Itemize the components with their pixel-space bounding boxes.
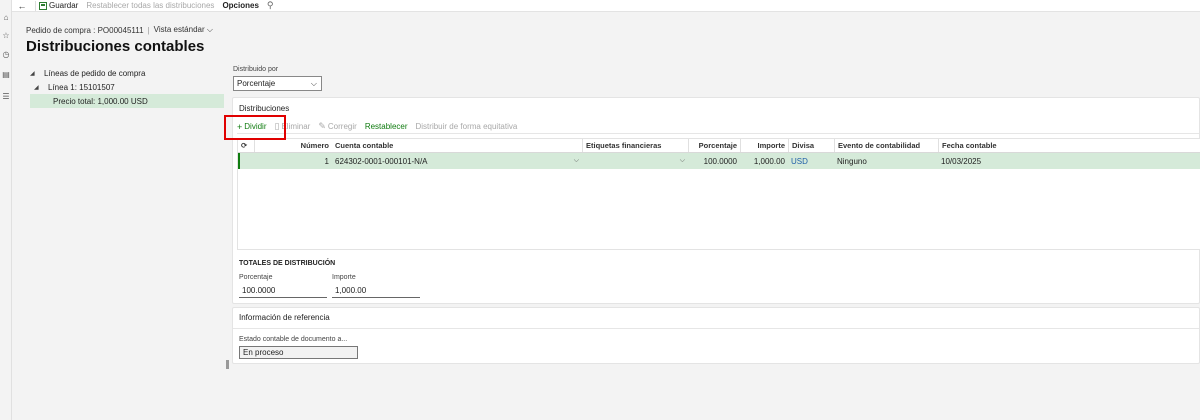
home-icon[interactable]: ⌂ xyxy=(1,13,11,23)
tree-item-root-label: Líneas de pedido de compra xyxy=(44,68,146,78)
distributions-grid: ⟳ Número Cuenta contable Etiquetas finan… xyxy=(237,138,1200,250)
column-header-account[interactable]: Cuenta contable xyxy=(332,139,582,152)
reference-card: Información de referencia Estado contabl… xyxy=(232,307,1200,364)
page-title: Distribuciones contables xyxy=(26,38,205,55)
cell-percent[interactable]: 100.0000 xyxy=(688,153,740,169)
purchase-line-tree: ◢ Líneas de pedido de compra ◢ Línea 1: … xyxy=(30,66,224,108)
tree-item-line-label: Línea 1: 15101507 xyxy=(48,82,115,92)
distributions-action-bar: + Dividir ▯ Eliminar ✎ Corregir Restable… xyxy=(237,120,1199,134)
totals-title: TOTALES DE DISTRIBUCIÓN xyxy=(239,260,336,267)
breadcrumb: Pedido de compra : PO00045111 | Vista es… xyxy=(26,25,213,35)
collapse-caret-icon[interactable]: ◢ xyxy=(34,84,42,91)
save-icon xyxy=(39,1,47,10)
chevron-down-icon[interactable]: ⌵ xyxy=(574,157,579,165)
cell-date: 10/03/2025 xyxy=(941,156,982,166)
correct-label: Corregir xyxy=(327,122,357,131)
reset-label: Restablecer xyxy=(364,122,408,131)
save-button[interactable]: Guardar xyxy=(39,1,78,10)
correct-button[interactable]: ✎ Corregir xyxy=(318,121,356,132)
cell-event: Ninguno xyxy=(837,156,867,166)
distributions-title: Distribuciones xyxy=(239,104,290,113)
cell-amount[interactable]: 1,000.00 xyxy=(740,153,788,169)
left-nav-rail: ⌂ ☆ ◷ ▤ ☰ xyxy=(0,0,12,420)
column-header-currency[interactable]: Divisa xyxy=(788,139,834,152)
tree-item-root[interactable]: ◢ Líneas de pedido de compra xyxy=(30,66,224,80)
chevron-down-icon[interactable]: ⌵ xyxy=(680,157,685,165)
view-selector[interactable]: Vista estándar ⌵ xyxy=(154,25,213,35)
distributions-card: Distribuciones + Dividir ▯ Eliminar ✎ Co… xyxy=(232,97,1200,304)
options-label: Opciones xyxy=(222,1,259,10)
reset-all-distributions-button[interactable]: Restablecer todas las distribuciones xyxy=(86,1,214,10)
column-header-tags[interactable]: Etiquetas financieras xyxy=(582,139,688,152)
reset-button[interactable]: Restablecer xyxy=(365,122,408,131)
grid-header-row: ⟳ Número Cuenta contable Etiquetas finan… xyxy=(238,139,1200,153)
column-header-percent[interactable]: Porcentaje xyxy=(688,139,740,152)
save-label: Guardar xyxy=(49,1,79,10)
column-header-date[interactable]: Fecha contable xyxy=(938,139,1200,152)
refresh-icon[interactable]: ⟳ xyxy=(238,139,254,152)
list-icon[interactable]: ☰ xyxy=(1,92,11,102)
recent-icon[interactable]: ◷ xyxy=(1,50,11,60)
tree-item-total-label: Precio total: 1,000.00 USD xyxy=(53,96,148,106)
cell-currency-link[interactable]: USD xyxy=(788,153,834,169)
view-selector-label: Vista estándar xyxy=(153,25,205,34)
back-arrow-icon[interactable]: ← xyxy=(12,1,32,11)
distribute-evenly-label: Distribuir de forma equitativa xyxy=(415,122,518,131)
distributed-by-label: Distribuido por xyxy=(233,66,279,73)
cell-account-value: 624302-0001-000101-N/A xyxy=(335,156,428,166)
cell-account[interactable]: 624302-0001-000101-N/A ⌵ xyxy=(332,153,582,169)
chevron-down-icon: ⌵ xyxy=(310,79,317,88)
totals-percent-value: 100.0000 xyxy=(239,285,327,298)
distribute-evenly-button[interactable]: Distribuir de forma equitativa xyxy=(416,122,518,131)
totals-percent-label: Porcentaje xyxy=(239,274,273,281)
totals-amount-label: Importe xyxy=(332,274,356,281)
breadcrumb-record: Pedido de compra : PO00045111 xyxy=(26,25,144,35)
chevron-down-icon: ⌵ xyxy=(206,25,213,34)
row-selector[interactable] xyxy=(240,153,254,169)
tree-item-total[interactable]: Precio total: 1,000.00 USD xyxy=(30,94,224,108)
tree-item-line[interactable]: ◢ Línea 1: 15101507 xyxy=(30,80,224,94)
search-icon[interactable]: ⚲ xyxy=(267,0,274,11)
status-field: En proceso xyxy=(239,346,358,359)
table-row[interactable]: 1 624302-0001-000101-N/A ⌵ ⌵ 100.0000 1,… xyxy=(238,153,1200,169)
column-header-number[interactable]: Número xyxy=(254,139,332,152)
star-icon[interactable]: ☆ xyxy=(1,31,11,41)
split-highlight-box xyxy=(224,115,286,140)
action-toolbar: ← Guardar Restablecer todas las distribu… xyxy=(12,0,1200,12)
pane-splitter-handle[interactable] xyxy=(226,360,229,369)
distributed-by-select[interactable]: Porcentaje ⌵ xyxy=(233,76,322,91)
options-tab[interactable]: Opciones xyxy=(222,1,258,10)
pencil-icon: ✎ xyxy=(318,121,326,131)
toolbar-divider xyxy=(35,0,36,11)
reference-title[interactable]: Información de referencia xyxy=(239,313,330,322)
divider xyxy=(233,328,1199,329)
totals-amount-value: 1,000.00 xyxy=(332,285,420,298)
breadcrumb-divider: | xyxy=(147,25,150,35)
workspace-icon[interactable]: ▤ xyxy=(1,70,11,80)
cell-tags[interactable]: ⌵ xyxy=(582,153,688,169)
reset-all-label: Restablecer todas las distribuciones xyxy=(86,1,215,10)
collapse-caret-icon[interactable]: ◢ xyxy=(30,70,38,77)
distributed-by-value: Porcentaje xyxy=(237,79,276,88)
column-header-amount[interactable]: Importe xyxy=(740,139,788,152)
column-header-event[interactable]: Evento de contabilidad xyxy=(834,139,938,152)
cell-number: 1 xyxy=(324,156,329,166)
status-label: Estado contable de documento a... xyxy=(239,336,348,343)
